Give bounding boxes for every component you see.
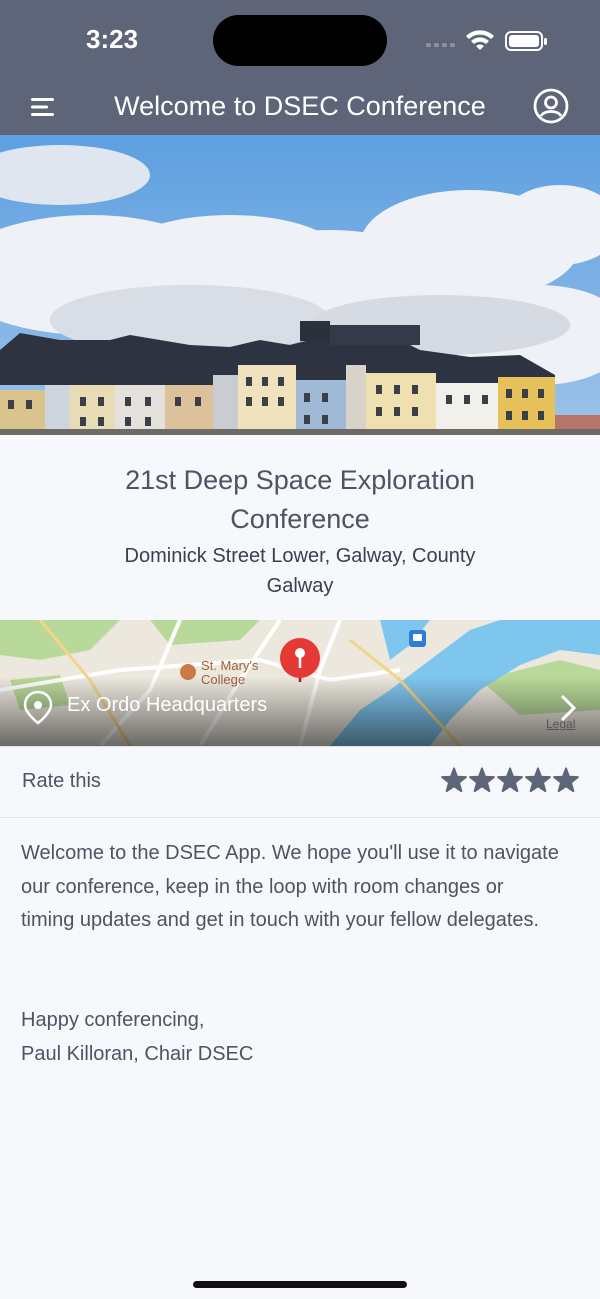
conference-address: Dominick Street Lower, Galway, County Ga… [124, 545, 476, 597]
signoff: Happy conferencing, Paul Killoran, Chair… [21, 1004, 253, 1071]
star-rating[interactable] [440, 767, 580, 795]
nav-bar: Welcome to DSEC Conference [0, 82, 600, 135]
signoff-line-1: Happy conferencing, [21, 1009, 205, 1031]
signoff-line-2: Paul Killoran, Chair DSEC [21, 1042, 254, 1065]
page-title: Welcome to DSEC Conference [114, 91, 486, 121]
hamburger-icon[interactable] [28, 92, 58, 122]
dynamic-island [213, 15, 387, 66]
star-icon-5[interactable] [553, 767, 579, 793]
welcome-message: Welcome to the DSEC App. We hope you'll … [21, 837, 561, 938]
map-legal-link[interactable]: Legal [546, 717, 575, 731]
welcome-body: Welcome to the DSEC App. We hope you'll … [21, 842, 559, 931]
star-icon-3[interactable] [497, 767, 523, 793]
conference-title: 21st Deep Space Exploration Conference [125, 465, 475, 534]
system-status-icons [426, 30, 547, 51]
location-map[interactable]: St. Mary's College [0, 620, 600, 746]
status-bar: 3:23 [0, 0, 600, 82]
status-time: 3:23 [86, 24, 139, 54]
home-indicator [193, 1281, 407, 1288]
map-location-label: Ex Ordo Headquarters [67, 694, 268, 716]
user-circle-icon[interactable] [532, 87, 570, 125]
battery-icon [505, 31, 547, 51]
conference-info: 21st Deep Space Exploration Conference D… [0, 435, 600, 620]
signal-icon [426, 43, 455, 47]
star-icon-4[interactable] [525, 767, 551, 793]
hero-image [0, 135, 600, 435]
rate-label: Rate this [22, 770, 101, 792]
star-icon-1[interactable] [441, 767, 467, 793]
star-icon-2[interactable] [469, 767, 495, 793]
wifi-icon [466, 30, 494, 50]
rating-row: Rate this [0, 746, 600, 818]
